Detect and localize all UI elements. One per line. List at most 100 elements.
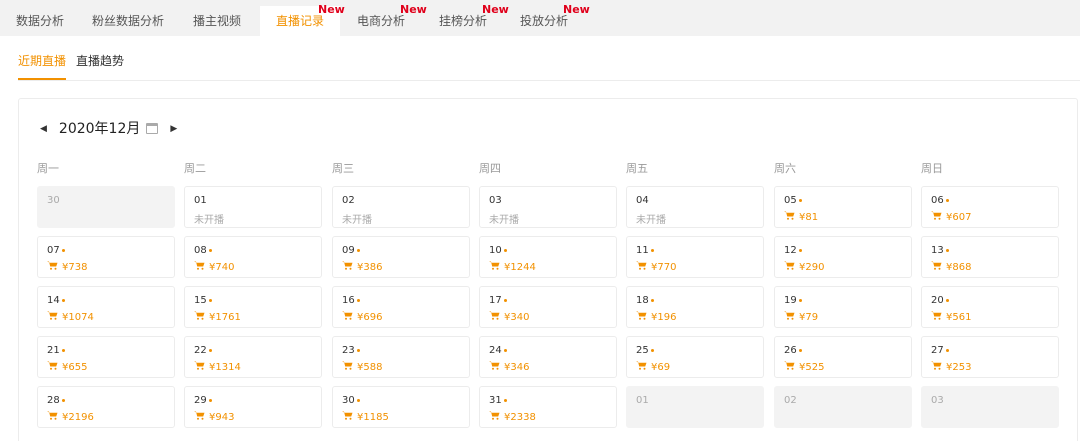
calendar-day-cell[interactable]: 21 ¥655 [37, 336, 175, 378]
day-number-text: 11 [636, 245, 649, 256]
sales-amount: ¥1185 [342, 411, 389, 423]
calendar-day-cell[interactable]: 22 ¥1314 [184, 336, 322, 378]
sales-amount: ¥196 [636, 311, 676, 323]
sales-amount-value: ¥2196 [62, 411, 94, 423]
cart-icon [47, 411, 62, 423]
day-number: 02 [784, 395, 797, 406]
calendar-day-cell[interactable]: 27 ¥253 [921, 336, 1059, 378]
cart-icon [47, 261, 62, 273]
calendar-day-cell[interactable]: 25 ¥69 [626, 336, 764, 378]
calendar-day-cell[interactable]: 14 ¥1074 [37, 286, 175, 328]
caret-left-icon[interactable]: ◀ [40, 123, 47, 134]
tab-label: 电商分析 [356, 14, 405, 28]
calendar-day-cell[interactable]: 12 ¥290 [774, 236, 912, 278]
cart-icon [194, 311, 209, 323]
calendar-day-cell[interactable]: 15 ¥1761 [184, 286, 322, 328]
day-number: 31 [489, 395, 507, 406]
calendar-day-cell[interactable]: 07 ¥738 [37, 236, 175, 278]
sales-amount-value: ¥1761 [209, 311, 241, 323]
calendar-day-cell[interactable]: 04 未开播 [626, 186, 764, 228]
live-dot-icon [208, 398, 212, 402]
calendar-day-cell[interactable]: 28 ¥2196 [37, 386, 175, 428]
calendar-day-cell[interactable]: 10 ¥1244 [479, 236, 617, 278]
live-dot-icon [945, 248, 949, 252]
calendar-day-cell[interactable]: 23 ¥588 [332, 336, 470, 378]
calendar-day-cell: 01 [626, 386, 764, 428]
sales-amount-value: ¥1314 [209, 361, 241, 373]
sales-amount: ¥1074 [47, 311, 94, 323]
day-number-text: 04 [636, 195, 649, 206]
calendar-day-cell[interactable]: 19 ¥79 [774, 286, 912, 328]
day-number-text: 28 [47, 395, 60, 406]
live-dot-icon [61, 298, 65, 302]
cart-icon [194, 261, 209, 273]
sales-amount-value: ¥655 [62, 361, 88, 373]
cart-icon [784, 311, 799, 323]
day-number-text: 24 [489, 345, 502, 356]
calendar-day-cell[interactable]: 05 ¥81 [774, 186, 912, 228]
live-dot-icon [356, 398, 360, 402]
day-number-text: 30 [342, 395, 355, 406]
calendar-icon[interactable] [146, 122, 159, 134]
calendar-day-cell[interactable]: 18 ¥196 [626, 286, 764, 328]
calendar-day-cell[interactable]: 30 ¥1185 [332, 386, 470, 428]
sales-amount: ¥2338 [489, 411, 536, 423]
calendar-day-cell[interactable]: 09 ¥386 [332, 236, 470, 278]
day-number-text: 30 [47, 195, 60, 206]
cart-icon [784, 261, 799, 273]
calendar-day-cell[interactable]: 16 ¥696 [332, 286, 470, 328]
calendar-day-cell[interactable]: 01 未开播 [184, 186, 322, 228]
day-number: 04 [636, 195, 649, 206]
day-number-text: 19 [784, 295, 797, 306]
sales-amount: ¥79 [784, 311, 818, 323]
weekday-label: 周四 [479, 163, 501, 175]
tab-videos[interactable]: 播主视频 [176, 6, 258, 36]
caret-right-icon[interactable]: ▶ [170, 123, 177, 134]
day-number: 17 [489, 295, 507, 306]
calendar-day-cell[interactable]: 06 ¥607 [921, 186, 1059, 228]
live-dot-icon [61, 248, 65, 252]
day-number-text: 05 [784, 195, 797, 206]
calendar-day-cell[interactable]: 24 ¥346 [479, 336, 617, 378]
day-number: 03 [931, 395, 944, 406]
calendar-day-cell[interactable]: 20 ¥561 [921, 286, 1059, 328]
sales-amount-value: ¥69 [651, 361, 671, 373]
calendar-day-cell[interactable]: 26 ¥525 [774, 336, 912, 378]
sales-amount-value: ¥740 [209, 261, 235, 273]
calendar-day-cell[interactable]: 13 ¥868 [921, 236, 1059, 278]
calendar-day-cell[interactable]: 31 ¥2338 [479, 386, 617, 428]
cart-icon [47, 311, 62, 323]
calendar-day-cell[interactable]: 11 ¥770 [626, 236, 764, 278]
day-number: 24 [489, 345, 507, 356]
calendar-day-cell[interactable]: 29 ¥943 [184, 386, 322, 428]
day-number: 26 [784, 345, 802, 356]
live-dot-icon [945, 198, 949, 202]
cart-icon [47, 361, 62, 373]
calendar-day-cell[interactable]: 17 ¥340 [479, 286, 617, 328]
day-number-text: 08 [194, 245, 207, 256]
sales-amount: ¥696 [342, 311, 382, 323]
subtab-recent-live[interactable]: 近期直播 [18, 52, 67, 80]
live-dot-icon [356, 348, 360, 352]
day-number: 02 [342, 195, 355, 206]
day-number-text: 20 [931, 295, 944, 306]
calendar-day-cell[interactable]: 08 ¥740 [184, 236, 322, 278]
cart-icon [636, 261, 651, 273]
subtab-live-trend[interactable]: 直播趋势 [76, 52, 124, 80]
live-dot-icon [61, 398, 65, 402]
calendar-day-cell[interactable]: 03 未开播 [479, 186, 617, 228]
sales-amount: ¥588 [342, 361, 382, 373]
day-number-text: 21 [47, 345, 60, 356]
weekday-label: 周五 [626, 163, 648, 175]
live-dot-icon [503, 248, 507, 252]
cart-icon [489, 361, 504, 373]
sales-amount-value: ¥346 [504, 361, 530, 373]
tab-fans-analysis[interactable]: 粉丝数据分析 [80, 6, 176, 36]
sales-amount-value: ¥81 [799, 211, 819, 223]
tab-data-analysis[interactable]: 数据分析 [0, 6, 80, 36]
calendar-day-cell[interactable]: 02 未开播 [332, 186, 470, 228]
day-number: 29 [194, 395, 212, 406]
day-number: 16 [342, 295, 360, 306]
month-label: 2020年12月 [58, 121, 141, 137]
sales-amount: ¥607 [931, 211, 971, 223]
